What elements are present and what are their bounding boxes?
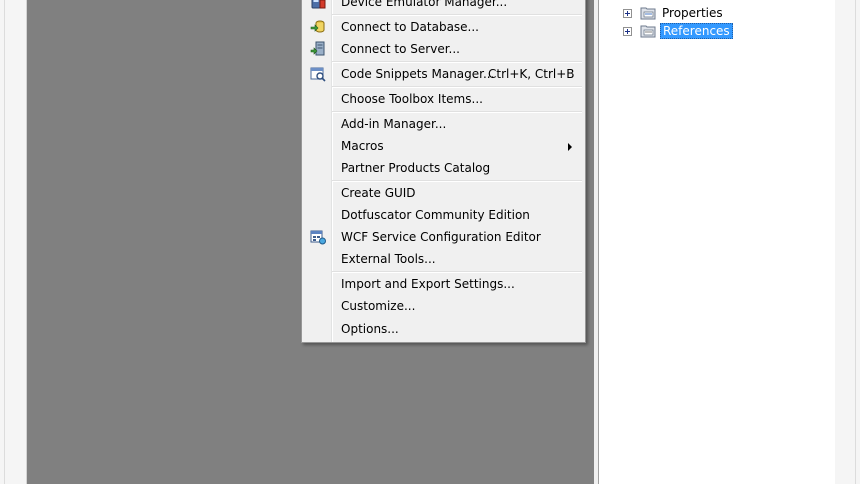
snippets-icon bbox=[310, 67, 326, 82]
menu-item-import-export-settings[interactable]: Import and Export Settings... bbox=[304, 273, 583, 295]
menu-item-macros[interactable]: Macros bbox=[304, 135, 583, 157]
menu-item-label: Connect to Server... bbox=[341, 42, 460, 56]
menu-item-create-guid[interactable]: Create GUID bbox=[304, 182, 583, 204]
tree-node-fragment-icon bbox=[607, 0, 647, 2]
menu-item-device-emulator-manager[interactable]: Device Emulator Manager... bbox=[304, 0, 583, 13]
solution-explorer-panel: Properties References bbox=[598, 0, 836, 484]
menu-item-wcf-service-configuration-editor[interactable]: WCF Service Configuration Editor bbox=[304, 226, 583, 248]
menu-item-label: Options... bbox=[341, 322, 399, 336]
server-connect-icon bbox=[310, 41, 325, 56]
menu-item-label: Connect to Database... bbox=[341, 20, 479, 34]
menu-item-partner-products-catalog[interactable]: Partner Products Catalog bbox=[304, 157, 583, 179]
expand-icon[interactable] bbox=[623, 8, 632, 18]
expand-icon[interactable] bbox=[623, 26, 632, 36]
left-dock-border bbox=[4, 0, 5, 484]
menu-item-label: Customize... bbox=[341, 299, 416, 313]
right-dock-strip bbox=[835, 0, 860, 484]
menu-item-connect-to-database[interactable]: Connect to Database... bbox=[304, 16, 583, 38]
menu-item-code-snippets-manager[interactable]: Code Snippets Manager... Ctrl+K, Ctrl+B bbox=[304, 63, 583, 85]
tree-node-properties[interactable]: Properties bbox=[623, 4, 725, 22]
database-connect-icon bbox=[310, 20, 325, 33]
menu-item-customize[interactable]: Customize... bbox=[304, 295, 583, 317]
menu-item-label: Add-in Manager... bbox=[341, 117, 447, 131]
menu-item-label: Dotfuscator Community Edition bbox=[341, 208, 530, 222]
tree-node-references[interactable]: References bbox=[623, 22, 733, 40]
left-dock-strip bbox=[0, 0, 27, 484]
tree-node-label[interactable]: Properties bbox=[660, 5, 725, 21]
menu-item-label: Code Snippets Manager... bbox=[341, 67, 495, 81]
menu-item-connect-to-server[interactable]: Connect to Server... bbox=[304, 38, 583, 60]
menu-item-label: Partner Products Catalog bbox=[341, 161, 491, 175]
menu-item-options[interactable]: Options... bbox=[304, 318, 583, 340]
tools-menu: Device Emulator Manager... Connect to Da… bbox=[301, 0, 586, 343]
device-emulator-icon bbox=[311, 0, 326, 9]
properties-folder-icon bbox=[640, 7, 656, 20]
menu-item-label: Import and Export Settings... bbox=[341, 277, 515, 291]
menu-item-dotfuscator[interactable]: Dotfuscator Community Edition bbox=[304, 204, 583, 226]
submenu-arrow-icon bbox=[568, 143, 572, 151]
wcf-editor-icon bbox=[310, 230, 326, 245]
menu-item-label: WCF Service Configuration Editor bbox=[341, 230, 541, 244]
tree-node-label-selected[interactable]: References bbox=[660, 23, 733, 39]
menu-item-label: Create GUID bbox=[341, 186, 416, 200]
menu-item-add-in-manager[interactable]: Add-in Manager... bbox=[304, 113, 583, 135]
menu-item-label: External Tools... bbox=[341, 252, 436, 266]
menu-item-label: Device Emulator Manager... bbox=[341, 0, 508, 9]
menu-item-label: Choose Toolbox Items... bbox=[341, 92, 483, 106]
references-folder-icon bbox=[640, 25, 656, 38]
right-dock-border bbox=[855, 0, 856, 484]
menu-item-external-tools[interactable]: External Tools... bbox=[304, 248, 583, 270]
menu-item-label: Macros bbox=[341, 139, 384, 153]
menu-item-choose-toolbox-items[interactable]: Choose Toolbox Items... bbox=[304, 88, 583, 110]
menu-item-shortcut: Ctrl+K, Ctrl+B bbox=[488, 67, 575, 81]
